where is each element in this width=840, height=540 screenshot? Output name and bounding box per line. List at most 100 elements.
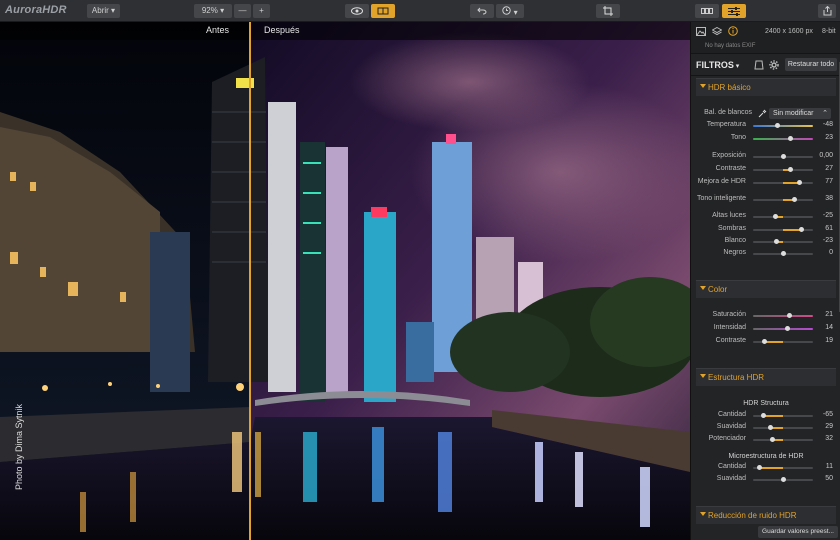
exif-info: No hay datos EXIF: [705, 43, 756, 49]
slider-knob[interactable]: [774, 123, 780, 128]
slider-value: -65: [822, 411, 833, 418]
slider-row: Saturación 21: [696, 310, 836, 322]
section-hdr-noise-reduction[interactable]: Reducción de ruido HDR: [696, 506, 836, 524]
collapse-triangle-icon: [700, 374, 706, 378]
image-icon[interactable]: [696, 27, 706, 36]
slider-knob[interactable]: [773, 239, 779, 244]
slider-track[interactable]: [753, 427, 813, 429]
slider-value: 0,00: [819, 152, 833, 159]
collapse-triangle-icon: [700, 286, 706, 290]
slider-value: 29: [825, 423, 833, 430]
slider-track[interactable]: [753, 315, 813, 317]
zoom-out-button[interactable]: —: [234, 4, 251, 18]
layers-icon[interactable]: [712, 27, 722, 36]
slider-value: -25: [822, 212, 833, 219]
slider-label: Mejora de HDR: [697, 178, 746, 185]
after-label: Después: [264, 25, 300, 35]
slider-row: Contraste 19: [696, 336, 836, 348]
filters-title-button[interactable]: FILTROS ▾: [696, 60, 739, 70]
slider-label: Cantidad: [717, 463, 746, 470]
presets-toggle-button[interactable]: [695, 4, 719, 18]
slider-knob[interactable]: [780, 477, 786, 482]
slider-track[interactable]: [753, 241, 813, 243]
slider-knob[interactable]: [788, 167, 794, 172]
slider-value: 19: [825, 337, 833, 344]
mask-icon[interactable]: [754, 60, 764, 70]
slider-label: Suavidad: [716, 423, 746, 430]
slider-knob[interactable]: [796, 180, 802, 185]
white-balance-select[interactable]: Sin modificar ⌃: [769, 108, 831, 119]
slider-value: 50: [825, 475, 833, 482]
slider-knob[interactable]: [757, 465, 763, 470]
slider-knob[interactable]: [787, 136, 793, 141]
save-preset-button[interactable]: Guardar valores preest...: [758, 526, 838, 538]
zoom-in-button[interactable]: +: [253, 4, 270, 18]
slider-fill: [764, 341, 783, 343]
slider-knob[interactable]: [761, 339, 767, 344]
slider-knob[interactable]: [786, 313, 792, 318]
slider-value: 38: [825, 195, 833, 202]
slider-knob[interactable]: [784, 326, 790, 331]
slider-knob[interactable]: [773, 214, 779, 219]
preview-eye-button[interactable]: [345, 4, 369, 18]
slider-track[interactable]: [753, 328, 813, 330]
split-divider-handle[interactable]: [249, 22, 251, 540]
section-hdr-structure[interactable]: Estructura HDR: [696, 368, 836, 386]
slider-knob[interactable]: [798, 227, 804, 232]
slider-label: Altas luces: [712, 212, 746, 219]
slider-row: Cantidad 11: [696, 462, 836, 474]
slider-value: 77: [825, 178, 833, 185]
collapse-triangle-icon: [700, 84, 706, 88]
section-title: Estructura HDR: [708, 373, 765, 382]
slider-knob[interactable]: [761, 413, 767, 418]
slider-track[interactable]: [753, 199, 813, 201]
slider-track[interactable]: [753, 439, 813, 441]
crop-button[interactable]: [596, 4, 620, 18]
slider-label: Saturación: [712, 311, 746, 318]
slider-track[interactable]: [753, 182, 813, 184]
slider-label: Temperatura: [706, 121, 746, 128]
reset-all-button[interactable]: Restaurar todo: [785, 58, 837, 71]
slider-knob[interactable]: [767, 425, 773, 430]
slider-knob[interactable]: [791, 197, 797, 202]
slider-knob[interactable]: [780, 154, 786, 159]
slider-knob[interactable]: [769, 437, 775, 442]
image-size: 2400 x 1600 px: [765, 28, 813, 35]
undo-button[interactable]: [470, 4, 494, 18]
slider-track[interactable]: [753, 125, 813, 127]
slider-track[interactable]: [753, 229, 813, 231]
slider-row: Potenciador 32: [696, 434, 836, 446]
section-title: HDR básico: [708, 83, 751, 92]
photo-canvas[interactable]: [0, 22, 690, 540]
gear-icon[interactable]: [769, 60, 779, 70]
slider-row: Negros 0: [696, 248, 836, 260]
sliders-icon: [728, 7, 740, 16]
slider-track[interactable]: [753, 169, 813, 171]
open-button[interactable]: Abrir ▾: [87, 4, 120, 18]
section-hdr-basic[interactable]: HDR básico: [696, 78, 836, 96]
slider-track[interactable]: [753, 138, 813, 140]
slider-label: Exposición: [712, 152, 746, 159]
info-icon[interactable]: [728, 26, 738, 36]
split-view-button[interactable]: [371, 4, 395, 18]
section-title: Color: [708, 285, 728, 294]
slider-label: Contraste: [715, 165, 746, 172]
slider-label: Cantidad: [717, 411, 746, 418]
slider-row: Temperatura -48: [696, 120, 836, 132]
crop-icon: [603, 6, 613, 16]
adjustments-toggle-button[interactable]: [722, 4, 746, 18]
image-info-area: 2400 x 1600 px 8-bit No hay datos EXIF: [691, 22, 840, 54]
eyedropper-icon[interactable]: [758, 109, 767, 118]
history-button[interactable]: ▾: [496, 4, 524, 18]
slider-track[interactable]: [753, 216, 813, 218]
zoom-select[interactable]: 92% ▾: [194, 4, 232, 18]
section-color[interactable]: Color: [696, 280, 836, 298]
slider-row: Altas luces -25: [696, 211, 836, 223]
slider-value: 32: [825, 435, 833, 442]
slider-label: Tono inteligente: [696, 195, 746, 202]
slider-knob[interactable]: [780, 251, 786, 256]
share-button[interactable]: [818, 4, 836, 18]
slider-row: Suavidad 50: [696, 474, 836, 486]
white-balance-label: Bal. de blancos: [704, 109, 752, 116]
slider-fill: [759, 467, 783, 469]
